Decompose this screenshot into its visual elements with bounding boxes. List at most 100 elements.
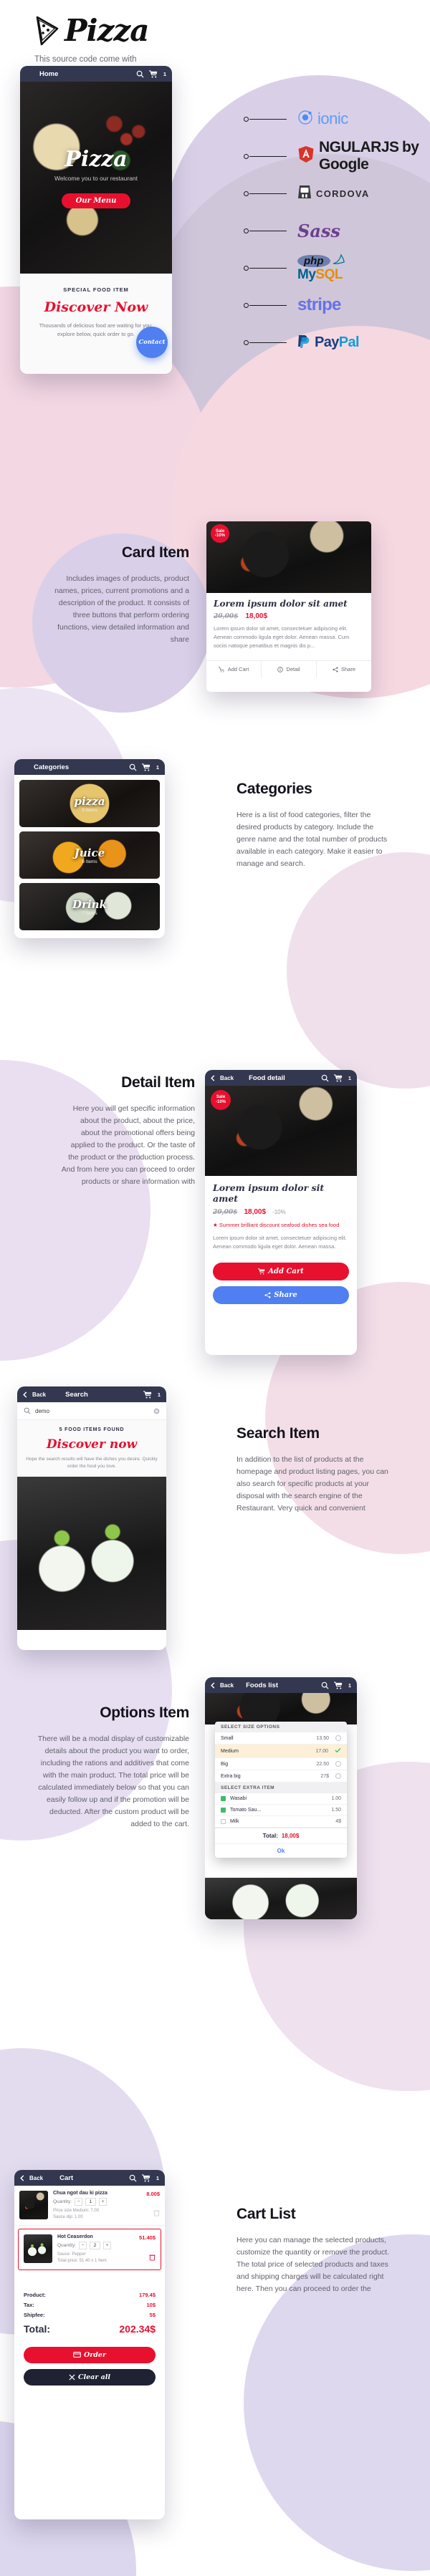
cart-row[interactable]: Chua ngot dau ki pizza Quantity: − 1 + P… bbox=[14, 2186, 165, 2227]
contact-fab[interactable]: Contact bbox=[136, 327, 168, 358]
tech-logo-cordova: CORDOVA bbox=[215, 175, 430, 212]
clear-all-button[interactable]: Clear all bbox=[24, 2368, 156, 2386]
back-label[interactable]: Back bbox=[32, 1391, 46, 1398]
extra-row[interactable]: Wasabi 1.00 bbox=[215, 1793, 347, 1805]
option-radio[interactable] bbox=[335, 1773, 341, 1779]
detail-discount: -10% bbox=[272, 1209, 286, 1215]
category-count: 7 Items bbox=[82, 910, 97, 916]
detail-button[interactable]: Detail bbox=[262, 661, 317, 677]
cart-icon[interactable] bbox=[333, 1681, 343, 1689]
delete-icon[interactable] bbox=[149, 2252, 156, 2264]
qty-increase-button[interactable]: + bbox=[99, 2198, 108, 2206]
option-row[interactable]: Extra big 27$ bbox=[215, 1770, 347, 1783]
cart-total-value: 202.34$ bbox=[119, 2322, 156, 2335]
category-card-pizza[interactable]: pizza 9 Items bbox=[19, 780, 160, 827]
home-special-section: SPECIAL FOOD ITEM Discover Now Thousands… bbox=[20, 274, 172, 374]
section-card-item: Card Item Includes images of products, p… bbox=[10, 544, 189, 646]
back-icon[interactable] bbox=[211, 1074, 215, 1081]
search-icon[interactable] bbox=[136, 70, 144, 78]
cart-icon[interactable] bbox=[333, 1074, 343, 1082]
cart-item-name: Chua ngot dau ki pizza bbox=[53, 2191, 108, 2196]
php-label: php bbox=[297, 254, 330, 267]
extra-row[interactable]: Tomato Sau... 1.50 bbox=[215, 1805, 347, 1816]
search-field-row[interactable]: demo bbox=[17, 1402, 166, 1420]
detail-add-cart-button[interactable]: Add Cart bbox=[213, 1262, 349, 1280]
detail-item-title: Detail Item bbox=[121, 1074, 195, 1091]
extra-label: Wasabi bbox=[230, 1796, 247, 1801]
check-icon[interactable] bbox=[335, 1747, 341, 1755]
option-label: Big bbox=[221, 1761, 229, 1767]
back-label[interactable]: Back bbox=[220, 1075, 234, 1081]
search-icon[interactable] bbox=[129, 2174, 137, 2182]
search-result-image[interactable] bbox=[17, 1476, 166, 1630]
cart-icon[interactable] bbox=[148, 69, 158, 78]
share-button[interactable]: Share bbox=[317, 661, 371, 677]
extra-checkbox[interactable] bbox=[221, 1796, 226, 1801]
cart-qty-label: Quantity: bbox=[53, 2199, 72, 2204]
dolphin-icon bbox=[333, 253, 345, 269]
back-icon[interactable] bbox=[20, 2174, 24, 2181]
option-row[interactable]: Small 13.50 bbox=[215, 1732, 347, 1745]
extra-row[interactable]: Milk 4$ bbox=[215, 1816, 347, 1828]
qty-value[interactable]: 1 bbox=[85, 2198, 97, 2206]
options-bottom-image bbox=[205, 1878, 357, 1919]
search-icon[interactable] bbox=[129, 763, 137, 771]
angular-shield-icon bbox=[297, 145, 315, 167]
summary-row: Shipfee: 5$ bbox=[24, 2312, 156, 2318]
cart-item-thumb bbox=[19, 2191, 48, 2219]
sale-badge: Sale -10% bbox=[211, 1090, 231, 1110]
search-icon[interactable] bbox=[321, 1682, 329, 1689]
options-appbar: Back Foods list 1 bbox=[205, 1677, 357, 1693]
cart-icon bbox=[218, 666, 224, 672]
detail-share-button[interactable]: Share bbox=[213, 1285, 349, 1304]
extra-checkbox[interactable] bbox=[221, 1808, 226, 1813]
cart-badge: 1 bbox=[163, 70, 166, 77]
back-icon[interactable] bbox=[211, 1682, 215, 1689]
search-input[interactable]: demo bbox=[35, 1408, 149, 1414]
order-button[interactable]: Order bbox=[24, 2346, 156, 2363]
detail-new-price: 18,00$ bbox=[244, 1208, 267, 1216]
search-title: Search bbox=[65, 1390, 88, 1399]
category-card-drink[interactable]: Drink 7 Items bbox=[19, 883, 160, 930]
cart-row-active[interactable]: Hot Ceaserdon Quantity: − 2 + Sauce: Pep… bbox=[18, 2229, 161, 2270]
search-icon[interactable] bbox=[321, 1074, 329, 1082]
qty-increase-button[interactable]: + bbox=[103, 2242, 112, 2250]
options-item-body: There will be a modal display of customi… bbox=[37, 1735, 189, 1828]
cart-icon[interactable] bbox=[141, 2174, 150, 2182]
back-label[interactable]: Back bbox=[220, 1682, 234, 1689]
options-total-row: Total: 18,00$ bbox=[215, 1828, 347, 1843]
qty-value[interactable]: 2 bbox=[90, 2242, 101, 2250]
search-icon bbox=[24, 1407, 31, 1414]
product-card[interactable]: Sale -10% Lorem ipsum dolor sit amet 20,… bbox=[206, 521, 371, 692]
sale-badge: Sale -10% bbox=[211, 524, 229, 543]
option-row[interactable]: Big 22.50 bbox=[215, 1758, 347, 1770]
share-icon bbox=[333, 666, 338, 672]
categories-body: Here is a list of food categories, filte… bbox=[236, 811, 388, 868]
detail-description: Lorem ipsum dolor sit amet, consectetuer… bbox=[213, 1234, 347, 1250]
add-cart-button[interactable]: Add Cart bbox=[206, 661, 262, 677]
menu-icon[interactable] bbox=[26, 69, 34, 79]
summary-value: 10$ bbox=[146, 2301, 156, 2308]
option-radio[interactable] bbox=[335, 1735, 341, 1741]
qty-decrease-button[interactable]: − bbox=[75, 2198, 83, 2206]
back-icon[interactable] bbox=[23, 1391, 27, 1398]
menu-icon[interactable] bbox=[20, 762, 29, 772]
option-row-selected[interactable]: Medium 17.00 bbox=[215, 1745, 347, 1758]
extra-checkbox[interactable] bbox=[221, 1819, 226, 1824]
option-radio[interactable] bbox=[335, 1761, 341, 1767]
options-group2-title: SELECT EXTRA ITEM bbox=[215, 1783, 347, 1793]
category-card-juice[interactable]: Juice 6 Items bbox=[19, 831, 160, 879]
delete-icon[interactable] bbox=[153, 2207, 160, 2220]
options-ok-button[interactable]: Ok bbox=[215, 1843, 347, 1858]
home-headline: Discover Now bbox=[44, 299, 148, 315]
back-label[interactable]: Back bbox=[29, 2175, 43, 2181]
our-menu-button[interactable]: Our Menu bbox=[61, 193, 131, 208]
cart-total-row: Total: 202.34$ bbox=[24, 2323, 156, 2335]
options-group1-title: SELECT SIZE OPTIONS bbox=[215, 1722, 347, 1732]
qty-decrease-button[interactable]: − bbox=[79, 2242, 87, 2250]
cart-icon[interactable] bbox=[143, 1390, 152, 1399]
paypal-label: PayPal bbox=[315, 334, 360, 350]
cart-icon[interactable] bbox=[141, 763, 150, 771]
summary-label: Tax: bbox=[24, 2301, 34, 2308]
cart-list-body: Here you can manage the selected product… bbox=[236, 2236, 390, 2293]
